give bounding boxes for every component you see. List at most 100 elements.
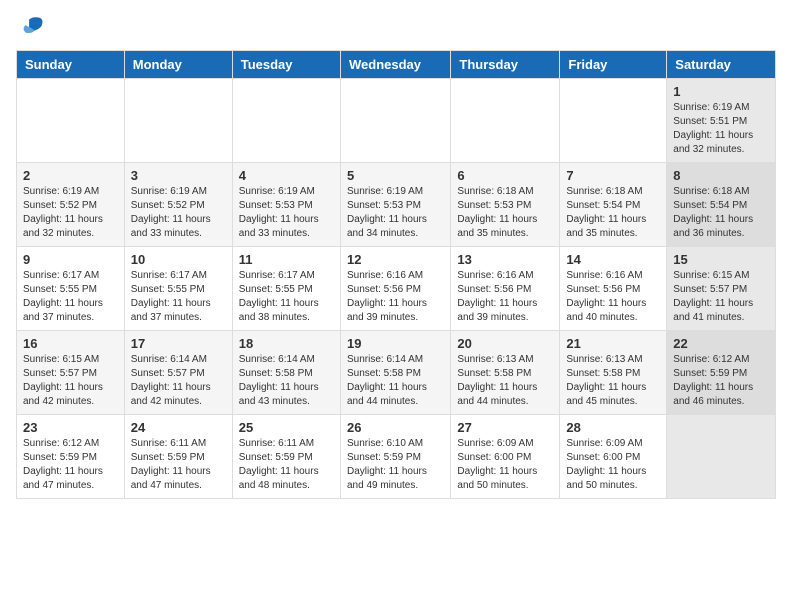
page: SundayMondayTuesdayWednesdayThursdayFrid… — [0, 0, 792, 515]
calendar-cell: 4 Sunrise: 6:19 AM Sunset: 5:53 PM Daylig… — [232, 163, 340, 247]
calendar-header-row: SundayMondayTuesdayWednesdayThursdayFrid… — [17, 51, 776, 79]
day-info: Sunrise: 6:15 AM Sunset: 5:57 PM Dayligh… — [23, 353, 118, 409]
calendar-cell — [232, 79, 340, 163]
calendar-cell: 13 Sunrise: 6:16 AM Sunset: 5:56 PM Dayli… — [451, 247, 560, 331]
calendar-cell: 22 Sunrise: 6:12 AM Sunset: 5:59 PM Dayli… — [667, 331, 776, 415]
day-info: Sunrise: 6:17 AM Sunset: 5:55 PM Dayligh… — [239, 269, 334, 325]
day-number: 3 — [131, 168, 226, 183]
day-info: Sunrise: 6:17 AM Sunset: 5:55 PM Dayligh… — [23, 269, 118, 325]
day-info: Sunrise: 6:18 AM Sunset: 5:54 PM Dayligh… — [566, 185, 660, 241]
day-number: 26 — [347, 420, 444, 435]
day-info: Sunrise: 6:16 AM Sunset: 5:56 PM Dayligh… — [347, 269, 444, 325]
day-number: 28 — [566, 420, 660, 435]
day-info: Sunrise: 6:19 AM Sunset: 5:52 PM Dayligh… — [23, 185, 118, 241]
calendar-cell: 8 Sunrise: 6:18 AM Sunset: 5:54 PM Daylig… — [667, 163, 776, 247]
day-info: Sunrise: 6:14 AM Sunset: 5:57 PM Dayligh… — [131, 353, 226, 409]
day-number: 27 — [457, 420, 553, 435]
calendar-cell — [124, 79, 232, 163]
column-header-sunday: Sunday — [17, 51, 125, 79]
logo-icon — [16, 16, 44, 38]
day-number: 1 — [673, 84, 769, 99]
calendar-cell: 17 Sunrise: 6:14 AM Sunset: 5:57 PM Dayli… — [124, 331, 232, 415]
calendar-cell — [340, 79, 450, 163]
calendar-cell: 6Sunrise: 6:18 AM Sunset: 5:53 PM Daylig… — [451, 163, 560, 247]
day-info: Sunrise: 6:15 AM Sunset: 5:57 PM Dayligh… — [673, 269, 769, 325]
column-header-wednesday: Wednesday — [340, 51, 450, 79]
calendar-table: SundayMondayTuesdayWednesdayThursdayFrid… — [16, 50, 776, 499]
day-number: 25 — [239, 420, 334, 435]
calendar-cell — [667, 415, 776, 499]
day-number: 11 — [239, 252, 334, 267]
day-number: 14 — [566, 252, 660, 267]
day-number: 18 — [239, 336, 334, 351]
day-info: Sunrise: 6:18 AM Sunset: 5:54 PM Dayligh… — [673, 185, 769, 241]
calendar-cell: 21Sunrise: 6:13 AM Sunset: 5:58 PM Dayli… — [560, 331, 667, 415]
day-info: Sunrise: 6:19 AM Sunset: 5:53 PM Dayligh… — [239, 185, 334, 241]
day-number: 7 — [566, 168, 660, 183]
day-number: 17 — [131, 336, 226, 351]
calendar-cell: 25 Sunrise: 6:11 AM Sunset: 5:59 PM Dayli… — [232, 415, 340, 499]
day-number: 20 — [457, 336, 553, 351]
calendar-cell: 2 Sunrise: 6:19 AM Sunset: 5:52 PM Daylig… — [17, 163, 125, 247]
day-info: Sunrise: 6:16 AM Sunset: 5:56 PM Dayligh… — [457, 269, 553, 325]
day-info: Sunrise: 6:17 AM Sunset: 5:55 PM Dayligh… — [131, 269, 226, 325]
day-info: Sunrise: 6:09 AM Sunset: 6:00 PM Dayligh… — [566, 437, 660, 493]
day-number: 9 — [23, 252, 118, 267]
calendar-cell: 11 Sunrise: 6:17 AM Sunset: 5:55 PM Dayli… — [232, 247, 340, 331]
day-info: Sunrise: 6:12 AM Sunset: 5:59 PM Dayligh… — [673, 353, 769, 409]
calendar-cell: 3 Sunrise: 6:19 AM Sunset: 5:52 PM Daylig… — [124, 163, 232, 247]
day-number: 12 — [347, 252, 444, 267]
day-info: Sunrise: 6:19 AM Sunset: 5:51 PM Dayligh… — [673, 101, 769, 157]
column-header-monday: Monday — [124, 51, 232, 79]
calendar-cell — [560, 79, 667, 163]
day-info: Sunrise: 6:16 AM Sunset: 5:56 PM Dayligh… — [566, 269, 660, 325]
day-info: Sunrise: 6:13 AM Sunset: 5:58 PM Dayligh… — [457, 353, 553, 409]
calendar-cell: 5Sunrise: 6:19 AM Sunset: 5:53 PM Daylig… — [340, 163, 450, 247]
day-info: Sunrise: 6:12 AM Sunset: 5:59 PM Dayligh… — [23, 437, 118, 493]
header — [16, 16, 776, 38]
day-info: Sunrise: 6:14 AM Sunset: 5:58 PM Dayligh… — [347, 353, 444, 409]
day-number: 23 — [23, 420, 118, 435]
calendar-cell: 19 Sunrise: 6:14 AM Sunset: 5:58 PM Dayli… — [340, 331, 450, 415]
day-number: 24 — [131, 420, 226, 435]
calendar-cell: 1 Sunrise: 6:19 AM Sunset: 5:51 PM Daylig… — [667, 79, 776, 163]
calendar-cell: 24 Sunrise: 6:11 AM Sunset: 5:59 PM Dayli… — [124, 415, 232, 499]
day-info: Sunrise: 6:19 AM Sunset: 5:52 PM Dayligh… — [131, 185, 226, 241]
calendar-cell: 28 Sunrise: 6:09 AM Sunset: 6:00 PM Dayli… — [560, 415, 667, 499]
day-number: 10 — [131, 252, 226, 267]
day-number: 4 — [239, 168, 334, 183]
day-number: 22 — [673, 336, 769, 351]
calendar-cell: 27 Sunrise: 6:09 AM Sunset: 6:00 PM Dayli… — [451, 415, 560, 499]
day-number: 15 — [673, 252, 769, 267]
logo — [16, 16, 46, 38]
day-number: 5 — [347, 168, 444, 183]
day-number: 2 — [23, 168, 118, 183]
day-info: Sunrise: 6:10 AM Sunset: 5:59 PM Dayligh… — [347, 437, 444, 493]
day-info: Sunrise: 6:11 AM Sunset: 5:59 PM Dayligh… — [239, 437, 334, 493]
day-number: 19 — [347, 336, 444, 351]
day-info: Sunrise: 6:14 AM Sunset: 5:58 PM Dayligh… — [239, 353, 334, 409]
calendar-cell: 15 Sunrise: 6:15 AM Sunset: 5:57 PM Dayli… — [667, 247, 776, 331]
calendar-week-row: 23 Sunrise: 6:12 AM Sunset: 5:59 PM Dayli… — [17, 415, 776, 499]
day-number: 6 — [457, 168, 553, 183]
calendar-cell: 12 Sunrise: 6:16 AM Sunset: 5:56 PM Dayli… — [340, 247, 450, 331]
day-info: Sunrise: 6:11 AM Sunset: 5:59 PM Dayligh… — [131, 437, 226, 493]
calendar-week-row: 2 Sunrise: 6:19 AM Sunset: 5:52 PM Daylig… — [17, 163, 776, 247]
day-number: 8 — [673, 168, 769, 183]
column-header-saturday: Saturday — [667, 51, 776, 79]
calendar-week-row: 1 Sunrise: 6:19 AM Sunset: 5:51 PM Daylig… — [17, 79, 776, 163]
day-number: 16 — [23, 336, 118, 351]
calendar-cell: 23 Sunrise: 6:12 AM Sunset: 5:59 PM Dayli… — [17, 415, 125, 499]
calendar-cell: 18 Sunrise: 6:14 AM Sunset: 5:58 PM Dayli… — [232, 331, 340, 415]
column-header-friday: Friday — [560, 51, 667, 79]
calendar-cell: 14 Sunrise: 6:16 AM Sunset: 5:56 PM Dayli… — [560, 247, 667, 331]
calendar-cell: 16 Sunrise: 6:15 AM Sunset: 5:57 PM Dayli… — [17, 331, 125, 415]
calendar-cell: 10 Sunrise: 6:17 AM Sunset: 5:55 PM Dayli… — [124, 247, 232, 331]
column-header-tuesday: Tuesday — [232, 51, 340, 79]
calendar-week-row: 16 Sunrise: 6:15 AM Sunset: 5:57 PM Dayli… — [17, 331, 776, 415]
day-number: 21 — [566, 336, 660, 351]
calendar-cell: 20 Sunrise: 6:13 AM Sunset: 5:58 PM Dayli… — [451, 331, 560, 415]
day-info: Sunrise: 6:09 AM Sunset: 6:00 PM Dayligh… — [457, 437, 553, 493]
day-number: 13 — [457, 252, 553, 267]
column-header-thursday: Thursday — [451, 51, 560, 79]
